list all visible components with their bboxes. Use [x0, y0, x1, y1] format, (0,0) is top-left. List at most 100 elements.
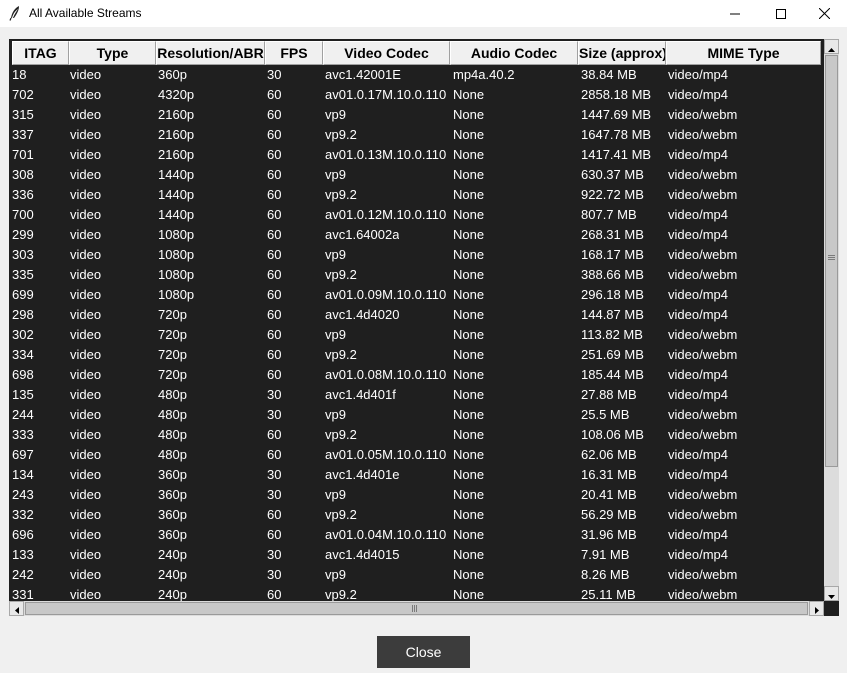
cell-resolution: 1080p — [158, 287, 195, 302]
cell-video-codec: vp9.2 — [325, 587, 357, 601]
cell-resolution: 480p — [158, 387, 187, 402]
maximize-button[interactable] — [758, 0, 804, 27]
table-row[interactable]: 698 video 720p 60 av01.0.08M.10.0.110 None 185… — [11, 365, 823, 385]
cell-itag: 701 — [12, 147, 34, 162]
cell-mime-type: video/mp4 — [668, 387, 728, 402]
close-button[interactable]: Close — [377, 636, 470, 668]
cell-type: video — [70, 247, 102, 262]
column-header-type[interactable]: Type — [69, 41, 156, 65]
table-row[interactable]: 701 video 2160p 60 av01.0.13M.10.0.110 None 14… — [11, 145, 823, 165]
cell-fps: 60 — [267, 107, 282, 122]
column-header-resolution[interactable]: Resolution/ABR — [156, 41, 265, 65]
column-header-video-codec[interactable]: Video Codec — [323, 41, 450, 65]
column-header-mime-type[interactable]: MIME Type — [666, 41, 821, 65]
cell-audio-codec: None — [453, 387, 485, 402]
cell-itag: 700 — [12, 207, 34, 222]
cell-itag: 303 — [12, 247, 34, 262]
cell-video-codec: vp9.2 — [325, 427, 357, 442]
cell-resolution: 360p — [158, 467, 187, 482]
cell-type: video — [70, 267, 102, 282]
column-header-itag[interactable]: ITAG — [12, 41, 69, 65]
cell-size: 268.31 MB — [581, 227, 644, 242]
table-row[interactable]: 303 video 1080p 60 vp9 None 168.17 MB video/web… — [11, 245, 823, 265]
cell-audio-codec: None — [453, 207, 485, 222]
table-row[interactable]: 308 video 1440p 60 vp9 None 630.37 MB video/web… — [11, 165, 823, 185]
streams-table[interactable]: ITAG Type Resolution/ABR FPS Video Codec… — [11, 39, 823, 601]
column-header-size[interactable]: Size (approx) — [578, 41, 666, 65]
table-row[interactable]: 133 video 240p 30 avc1.4d4015 None 7.91 MB vide… — [11, 545, 823, 565]
cell-type: video — [70, 547, 102, 562]
table-row[interactable]: 135 video 480p 30 avc1.4d401f None 27.88 MB vid… — [11, 385, 823, 405]
cell-size: 108.06 MB — [581, 427, 644, 442]
cell-audio-codec: None — [453, 227, 485, 242]
cell-fps: 60 — [267, 167, 282, 182]
cell-resolution: 1440p — [158, 167, 195, 182]
horizontal-scroll-thumb[interactable] — [25, 602, 808, 615]
cell-mime-type: video/mp4 — [668, 447, 728, 462]
table-row[interactable]: 331 video 240p 60 vp9.2 None 25.11 MB video/web… — [11, 585, 823, 601]
table-row[interactable]: 337 video 2160p 60 vp9.2 None 1647.78 MB video/… — [11, 125, 823, 145]
scroll-up-arrow[interactable] — [824, 39, 839, 54]
close-icon — [818, 4, 830, 23]
table-row[interactable]: 336 video 1440p 60 vp9.2 None 922.72 MB video/w… — [11, 185, 823, 205]
cell-audio-codec: None — [453, 367, 485, 382]
table-row[interactable]: 134 video 360p 30 avc1.4d401e None 16.31 MB vid… — [11, 465, 823, 485]
vertical-scroll-thumb[interactable] — [825, 55, 838, 467]
cell-itag: 333 — [12, 427, 34, 442]
vertical-scrollbar[interactable] — [824, 39, 839, 601]
scroll-left-arrow[interactable] — [9, 601, 24, 616]
table-row[interactable]: 298 video 720p 60 avc1.4d4020 None 144.87 MB vi… — [11, 305, 823, 325]
cell-itag: 302 — [12, 327, 34, 342]
table-row[interactable]: 244 video 480p 30 vp9 None 25.5 MB video/webm — [11, 405, 823, 425]
table-row[interactable]: 302 video 720p 60 vp9 None 113.82 MB video/webm — [11, 325, 823, 345]
cell-audio-codec: None — [453, 267, 485, 282]
cell-video-codec: avc1.4d4015 — [325, 547, 400, 562]
column-header-fps[interactable]: FPS — [265, 41, 323, 65]
cell-fps: 60 — [267, 427, 282, 442]
cell-fps: 60 — [267, 287, 282, 302]
cell-audio-codec: None — [453, 407, 485, 422]
table-row[interactable]: 700 video 1440p 60 av01.0.12M.10.0.110 None 80… — [11, 205, 823, 225]
cell-itag: 135 — [12, 387, 34, 402]
cell-video-codec: vp9.2 — [325, 267, 357, 282]
table-row[interactable]: 243 video 360p 30 vp9 None 20.41 MB video/webm — [11, 485, 823, 505]
cell-video-codec: av01.0.13M.10.0.110 — [325, 147, 447, 162]
table-row[interactable]: 702 video 4320p 60 av01.0.17M.10.0.110 None 28… — [11, 85, 823, 105]
cell-audio-codec: None — [453, 547, 485, 562]
table-row[interactable]: 332 video 360p 60 vp9.2 None 56.29 MB video/web… — [11, 505, 823, 525]
minimize-button[interactable] — [712, 0, 758, 27]
table-row[interactable]: 242 video 240p 30 vp9 None 8.26 MB video/webm — [11, 565, 823, 585]
table-row[interactable]: 334 video 720p 60 vp9.2 None 251.69 MB video/we… — [11, 345, 823, 365]
table-row[interactable]: 697 video 480p 60 av01.0.05M.10.0.110 None 62.… — [11, 445, 823, 465]
cell-audio-codec: None — [453, 147, 485, 162]
cell-fps: 60 — [267, 367, 282, 382]
horizontal-scrollbar[interactable] — [9, 601, 824, 616]
close-window-button[interactable] — [801, 0, 847, 27]
cell-fps: 60 — [267, 127, 282, 142]
table-row[interactable]: 299 video 1080p 60 avc1.64002a None 268.31 MB v… — [11, 225, 823, 245]
cell-resolution: 240p — [158, 567, 187, 582]
scroll-right-arrow[interactable] — [809, 601, 824, 616]
column-header-audio-codec[interactable]: Audio Codec — [450, 41, 578, 65]
scroll-down-arrow[interactable] — [824, 586, 839, 601]
cell-mime-type: video/webm — [668, 327, 738, 342]
cell-size: 185.44 MB — [581, 367, 644, 382]
cell-resolution: 720p — [158, 307, 187, 322]
cell-type: video — [70, 567, 102, 582]
cell-mime-type: video/webm — [668, 587, 738, 601]
cell-resolution: 360p — [158, 527, 187, 542]
table-row[interactable]: 315 video 2160p 60 vp9 None 1447.69 MB video/we… — [11, 105, 823, 125]
cell-audio-codec: None — [453, 347, 485, 362]
cell-itag: 244 — [12, 407, 34, 422]
cell-type: video — [70, 487, 102, 502]
table-row[interactable]: 333 video 480p 60 vp9.2 None 108.06 MB video/we… — [11, 425, 823, 445]
cell-itag: 134 — [12, 467, 34, 482]
cell-type: video — [70, 207, 102, 222]
table-row[interactable]: 699 video 1080p 60 av01.0.09M.10.0.110 None 29… — [11, 285, 823, 305]
table-row[interactable]: 696 video 360p 60 av01.0.04M.10.0.110 None 31.… — [11, 525, 823, 545]
cell-size: 56.29 MB — [581, 507, 637, 522]
cell-audio-codec: None — [453, 87, 485, 102]
cell-fps: 30 — [267, 387, 282, 402]
table-row[interactable]: 335 video 1080p 60 vp9.2 None 388.66 MB video/w… — [11, 265, 823, 285]
table-row[interactable]: 18 video 360p 30 avc1.42001E mp4a.40.2 38.84 M… — [11, 65, 823, 85]
